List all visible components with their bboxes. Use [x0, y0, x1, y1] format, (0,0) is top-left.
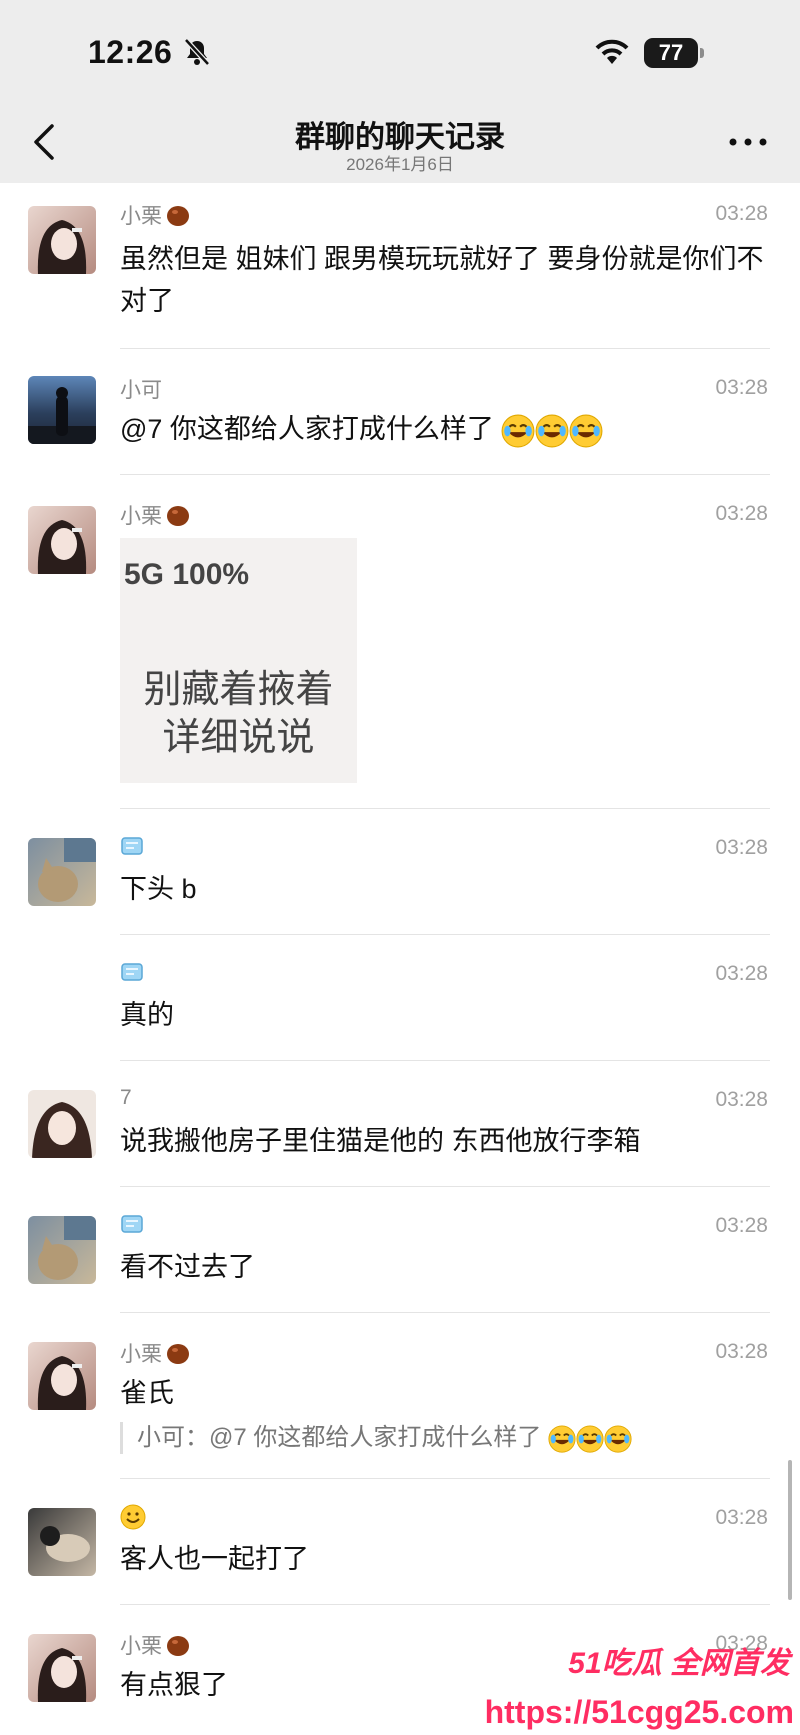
- watermark: 51吃瓜 全网首发 https://51cgg25.com: [476, 1630, 798, 1735]
- laughing-crying-icon: [604, 1424, 633, 1453]
- avatar[interactable]: [28, 1634, 96, 1702]
- sticker-line: 详细说说: [162, 717, 315, 759]
- ice-cube-icon: [121, 1215, 143, 1233]
- divider: [120, 348, 770, 349]
- avatar[interactable]: [28, 1342, 96, 1410]
- message-time: 03:28: [715, 376, 768, 399]
- message-text: 真的: [120, 1000, 174, 1030]
- message-text: 下头 b: [120, 874, 197, 904]
- sender-label: 小可: [120, 379, 162, 402]
- divider: [120, 1478, 770, 1479]
- sender-name: [120, 1212, 148, 1236]
- message-text: 雀氏: [120, 1378, 174, 1408]
- message-text: @7 你这都给人家打成什么样了: [120, 408, 770, 450]
- message-text: 看不过去了: [120, 1252, 255, 1282]
- laughing-crying-icon: [548, 1424, 577, 1453]
- avatar[interactable]: [28, 1508, 96, 1576]
- scrollbar[interactable]: [788, 1460, 792, 1600]
- quoted-message[interactable]: 小可：@7 你这都给人家打成什么样了: [120, 1422, 633, 1454]
- sender-name: [120, 1504, 150, 1530]
- laughing-crying-icon: [501, 413, 536, 448]
- sender-label: 小栗: [120, 205, 162, 228]
- sender-name: 小可: [120, 374, 162, 404]
- battery-indicator: 77: [644, 38, 698, 68]
- sender-name: 7: [120, 1086, 132, 1110]
- divider: [120, 1186, 770, 1187]
- divider: [120, 934, 770, 935]
- laughing-crying-icon: [569, 413, 604, 448]
- message-item: 03:28 客人也一起打了: [0, 1504, 800, 1605]
- message-item: 03:28 真的: [0, 960, 800, 1061]
- status-time: 12:26: [88, 34, 173, 70]
- avatar[interactable]: [28, 376, 96, 444]
- quoted-text: 小可：@7 你这都给人家打成什么样了: [137, 1424, 542, 1451]
- sender-label: 小栗: [120, 1343, 162, 1366]
- message-item: 小栗 03:28 雀氏 小可：@7 你这都给人家打成什么样了: [0, 1338, 800, 1479]
- message-time: 03:28: [715, 836, 768, 859]
- more-options-icon[interactable]: [728, 136, 768, 148]
- status-bar: 12:26 77: [0, 0, 800, 100]
- message-time: 03:28: [715, 1506, 768, 1529]
- sticker-line: 别藏着掖着: [143, 669, 334, 711]
- message-text: 虽然但是 姐妹们 跟男模玩玩就好了 要身份就是你们不对了: [120, 244, 764, 316]
- nav-bar: 群聊的聊天记录 2026年1月6日: [0, 100, 800, 183]
- sender-label: 小栗: [120, 1635, 162, 1658]
- sender-label: 小栗: [120, 505, 162, 528]
- divider: [120, 1060, 770, 1061]
- avatar[interactable]: [28, 506, 96, 574]
- message-item: 小栗 03:28 虽然但是 姐妹们 跟男模玩玩就好了 要身份就是你们不对了: [0, 200, 800, 350]
- sticker-status-text: 5G 100%: [124, 558, 250, 591]
- watermark-url: https://51cgg25.com: [484, 1694, 794, 1730]
- divider: [120, 474, 770, 475]
- message-item: 小可 03:28 @7 你这都给人家打成什么样了: [0, 374, 800, 475]
- page-subtitle: 2026年1月6日: [346, 155, 454, 174]
- divider: [120, 1312, 770, 1313]
- bell-muted-icon: [184, 38, 210, 66]
- avatar[interactable]: [28, 206, 96, 274]
- chestnut-icon: [167, 1636, 189, 1656]
- divider: [120, 808, 770, 809]
- sender-name: 小栗: [120, 1630, 190, 1660]
- message-time: 03:28: [715, 1214, 768, 1237]
- battery-tip: [700, 48, 704, 58]
- chestnut-icon: [167, 1344, 189, 1364]
- ice-cube-icon: [121, 963, 143, 981]
- watermark-title: 51吃瓜 全网首发: [568, 1647, 790, 1680]
- divider: [120, 1604, 770, 1605]
- avatar[interactable]: [28, 1216, 96, 1284]
- message-item: 03:28 看不过去了: [0, 1212, 800, 1313]
- message-time: 03:28: [715, 502, 768, 525]
- sticker-image[interactable]: 5G 100% 别藏着掖着 详细说说: [120, 538, 357, 783]
- message-text-label: @7 你这都给人家打成什么样了: [120, 414, 494, 444]
- message-item: 7 03:28 说我搬他房子里住猫是他的 东西他放行李箱: [0, 1086, 800, 1187]
- sender-name: 小栗: [120, 200, 190, 230]
- message-text: 客人也一起打了: [120, 1544, 309, 1574]
- message-time: 03:28: [715, 1088, 768, 1111]
- ice-cube-icon: [121, 837, 143, 855]
- message-time: 03:28: [715, 202, 768, 225]
- message-time: 03:28: [715, 962, 768, 985]
- chestnut-icon: [167, 206, 189, 226]
- chestnut-icon: [167, 506, 189, 526]
- laughing-crying-icon: [535, 413, 570, 448]
- smile-icon: [120, 1504, 146, 1530]
- sender-name: [120, 960, 148, 984]
- message-item: 小栗 03:28 5G 100% 别藏着掖着 详细说说: [0, 500, 800, 810]
- sender-name: [120, 834, 148, 858]
- wifi-icon: [595, 39, 629, 64]
- avatar[interactable]: [28, 838, 96, 906]
- sender-label: 7: [120, 1086, 132, 1109]
- sender-name: 小栗: [120, 1338, 190, 1368]
- sender-name: 小栗: [120, 500, 190, 530]
- message-time: 03:28: [715, 1340, 768, 1363]
- sticker-caption: 别藏着掖着 详细说说: [120, 666, 357, 762]
- message-text: 说我搬他房子里住猫是他的 东西他放行李箱: [120, 1126, 641, 1156]
- avatar[interactable]: [28, 1090, 96, 1158]
- laughing-crying-icon: [576, 1424, 605, 1453]
- message-item: 03:28 下头 b: [0, 834, 800, 935]
